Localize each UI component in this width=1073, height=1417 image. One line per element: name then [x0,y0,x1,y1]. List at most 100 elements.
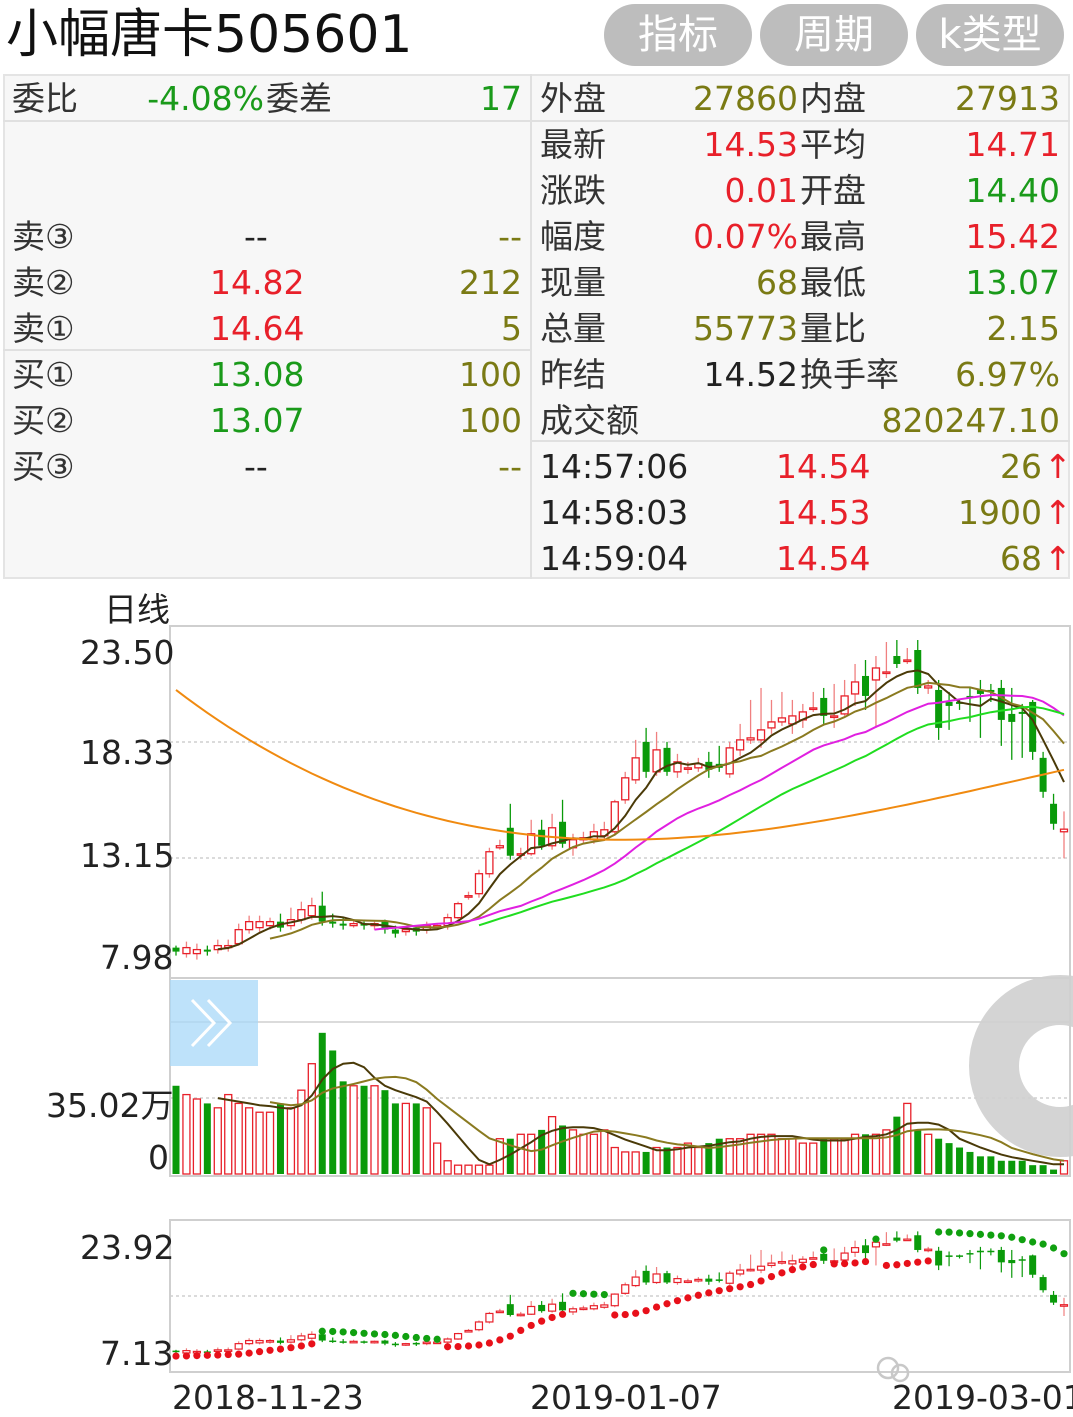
candle-body-8 [255,920,264,929]
volume-bar-22 [401,1102,410,1175]
sar-body-69 [893,1237,901,1241]
volume-bar-9 [265,1111,275,1175]
sar-body-26 [443,1338,452,1343]
period-label: 日线 [104,590,170,629]
volume-bar-83 [1039,1165,1047,1174]
sar-body-85 [1059,1304,1069,1307]
sar-body-17 [349,1340,358,1344]
sar-body-66 [862,1245,870,1254]
sar-body-37 [559,1301,567,1311]
volume-bar-61 [809,1142,818,1175]
sar-body-34 [527,1305,536,1315]
candle-body-44 [631,757,640,781]
volume-bar-72 [924,1133,933,1175]
sar-body-23 [412,1342,420,1345]
candle-body-15 [329,921,337,924]
sar-dot-68 [882,1261,891,1270]
sar-body-15 [329,1340,337,1343]
volume-bar-8 [255,1111,264,1175]
sar-dot-49 [684,1294,692,1302]
sar-body-35 [538,1304,546,1312]
sar-body-12 [297,1335,306,1341]
volume-bar-47 [663,1147,671,1174]
price-tick-1: 18.33 [80,733,175,772]
volume-bar-25 [433,1142,442,1175]
volume-bar-30 [485,1164,494,1175]
volume-bar-16 [339,1081,347,1174]
candle-body-61 [809,707,818,711]
sar-dot-60 [799,1263,807,1271]
candle-body-22 [401,928,410,933]
sar-dot-61 [809,1260,817,1269]
candle-body-66 [862,675,870,696]
sar-dot-22 [402,1332,410,1341]
sar-body-9 [265,1339,275,1343]
candle-body-13 [307,905,316,917]
volume-bar-19 [370,1085,379,1175]
ma20-line [374,693,1065,931]
sar-dot-76 [966,1230,974,1238]
sar-body-84 [1050,1294,1058,1303]
candle-body-43 [621,777,630,801]
sar-body-72 [924,1248,933,1252]
volume-bar-1 [182,1093,191,1175]
sar-dot-15 [329,1327,337,1336]
volume-bar-78 [987,1156,995,1174]
candle-body-45 [642,741,650,772]
sar-body-24 [422,1341,431,1345]
sar-tick-0: 23.92 [80,1228,175,1267]
volume-bar-69 [893,1116,901,1174]
sar-body-67 [871,1241,881,1248]
sar-body-46 [652,1273,661,1284]
sar-body-78 [987,1250,995,1253]
volume-bar-2 [192,1098,202,1175]
volume-bar-50 [694,1146,703,1175]
volume-tick-0: 35.02万 [46,1086,174,1125]
volume-bar-58 [777,1138,787,1175]
sar-body-45 [642,1270,650,1283]
sar-body-65 [850,1247,860,1253]
sar-dot-65 [851,1259,859,1267]
volume-bar-33 [516,1133,525,1175]
sar-body-41 [600,1304,609,1308]
volume-bar-7 [244,1107,254,1175]
volume-bar-42 [610,1146,619,1175]
sar-dot-36 [548,1313,556,1322]
sar-body-30 [485,1312,494,1323]
volume-bar-26 [443,1160,452,1175]
sar-dot-32 [506,1332,514,1340]
sar-dot-56 [757,1277,765,1285]
volume-bar-41 [600,1129,609,1175]
sar-dot-31 [496,1336,504,1344]
volume-bar-39 [579,1133,588,1175]
kline-chart[interactable] [0,0,1073,1413]
sar-body-71 [914,1235,922,1250]
volume-bar-37 [559,1125,567,1174]
volume-bar-53 [725,1138,734,1175]
volume-bar-84 [1050,1169,1058,1174]
volume-bar-3 [203,1103,211,1174]
sar-body-6 [234,1343,243,1350]
sar-dot-46 [652,1303,661,1311]
volume-bar-85 [1059,1160,1069,1175]
sar-dot-18 [360,1329,368,1337]
sar-body-42 [610,1293,619,1307]
sar-dot-23 [412,1333,420,1342]
volume-bar-46 [652,1146,661,1175]
sar-dot-43 [621,1310,629,1319]
sar-body-36 [547,1303,557,1312]
sar-dot-17 [350,1329,358,1337]
sar-body-7 [245,1339,254,1345]
candle-body-14 [318,905,326,922]
sar-dot-81 [1018,1236,1026,1244]
sar-body-33 [516,1313,525,1317]
candle-body-68 [882,671,891,675]
sar-dot-1 [182,1352,191,1360]
sar-dot-34 [527,1321,535,1330]
sar-dot-58 [778,1269,786,1277]
sar-dot-27 [454,1342,462,1351]
sar-body-16 [339,1341,347,1343]
sar-body-54 [736,1269,745,1275]
sar-dot-78 [987,1231,995,1239]
sar-body-68 [882,1243,891,1246]
